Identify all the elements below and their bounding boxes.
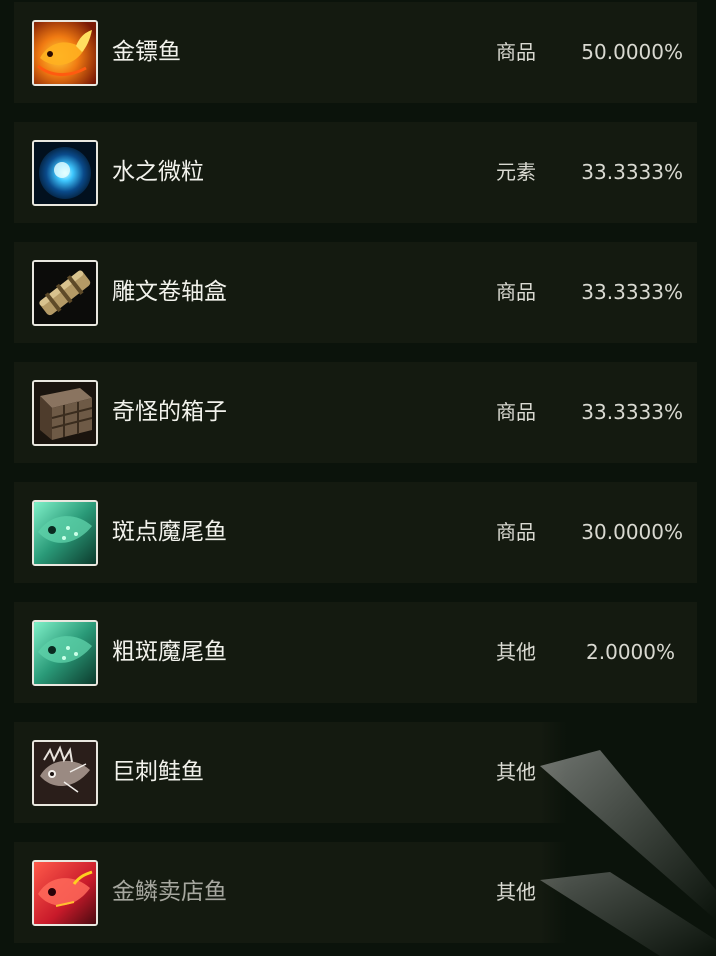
item-category: 商品 xyxy=(496,400,536,424)
golden-fish-icon xyxy=(32,20,98,86)
list-item[interactable]: 巨刺鲑鱼 其他 xyxy=(14,722,697,823)
spiny-salmon-icon xyxy=(32,740,98,806)
item-name: 水之微粒 xyxy=(112,159,204,185)
drop-rate: 33.3333% xyxy=(581,280,683,304)
drop-rate: 30.0000% xyxy=(581,520,683,544)
item-category: 其他 xyxy=(496,760,536,784)
item-name: 粗斑魔尾鱼 xyxy=(112,639,227,665)
list-item[interactable]: 斑点魔尾鱼 商品 30.0000% xyxy=(14,482,697,583)
drop-rate: 2.0000% xyxy=(586,640,675,664)
spotted-fish-icon xyxy=(32,500,98,566)
list-item[interactable]: 水之微粒 元素 33.3333% xyxy=(14,122,697,223)
spotted-fish-icon xyxy=(32,620,98,686)
wooden-crate-icon xyxy=(32,380,98,446)
drop-rate: 33.3333% xyxy=(581,400,683,424)
list-item[interactable]: 金镖鱼 商品 50.0000% xyxy=(14,2,697,103)
loot-list: 金镖鱼 商品 50.0000% 水之微粒 元素 33.3333% 雕文卷轴盒 商… xyxy=(0,0,716,956)
red-fish-icon xyxy=(32,860,98,926)
list-item[interactable]: 金鳞卖店鱼 其他 xyxy=(14,842,697,943)
item-name: 金鳞卖店鱼 xyxy=(112,879,227,905)
water-mote-icon xyxy=(32,140,98,206)
item-name: 巨刺鲑鱼 xyxy=(112,759,204,785)
item-name: 雕文卷轴盒 xyxy=(112,279,227,305)
item-category: 商品 xyxy=(496,520,536,544)
drop-rate: 50.0000% xyxy=(581,40,683,64)
list-item[interactable]: 粗斑魔尾鱼 其他 2.0000% xyxy=(14,602,697,703)
item-name: 斑点魔尾鱼 xyxy=(112,519,227,545)
drop-rate: 33.3333% xyxy=(581,160,683,184)
item-category: 元素 xyxy=(496,160,536,184)
item-name: 金镖鱼 xyxy=(112,39,181,65)
list-item[interactable]: 奇怪的箱子 商品 33.3333% xyxy=(14,362,697,463)
item-category: 其他 xyxy=(496,880,536,904)
list-item[interactable]: 雕文卷轴盒 商品 33.3333% xyxy=(14,242,697,343)
item-name: 奇怪的箱子 xyxy=(112,399,227,425)
scroll-case-icon xyxy=(32,260,98,326)
item-category: 商品 xyxy=(496,40,536,64)
item-category: 商品 xyxy=(496,280,536,304)
item-category: 其他 xyxy=(496,640,536,664)
